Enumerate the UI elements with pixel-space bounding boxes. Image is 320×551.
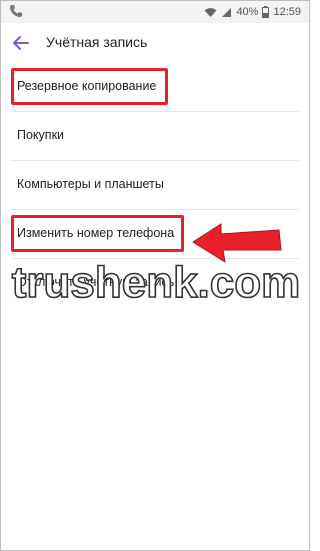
screen: 40% 12:59 Учётная запись Резервное копир… (0, 0, 310, 551)
phone-icon (9, 4, 23, 18)
battery-icon (262, 6, 270, 18)
status-bar: 40% 12:59 (1, 1, 309, 23)
back-arrow-icon[interactable] (11, 33, 31, 53)
wifi-icon (204, 7, 217, 18)
app-bar: Учётная запись (1, 23, 309, 63)
list-item-backup[interactable]: Резервное копирование (11, 63, 299, 112)
list-item-change-number[interactable]: Изменить номер телефона (11, 210, 299, 259)
battery-percent: 40% (236, 6, 259, 18)
signal-icon (221, 7, 232, 18)
status-right: 40% 12:59 (204, 1, 301, 23)
list-item-label: Резервное копирование (17, 79, 157, 93)
list-item-label: Покупки (17, 128, 65, 142)
settings-list: Резервное копирование Покупки Компьютеры… (1, 63, 309, 308)
list-item-label: Компьютеры и планшеты (17, 177, 164, 191)
list-item-purchases[interactable]: Покупки (11, 112, 299, 161)
list-item-disable-account[interactable]: Отключить учётную запись (11, 259, 299, 308)
list-item-label: Изменить номер телефона (17, 226, 175, 240)
page-title: Учётная запись (46, 34, 148, 50)
list-item-computers-tablets[interactable]: Компьютеры и планшеты (11, 161, 299, 210)
list-item-label: Отключить учётную запись (17, 275, 175, 289)
clock: 12:59 (273, 6, 301, 18)
